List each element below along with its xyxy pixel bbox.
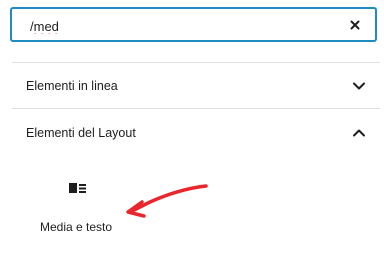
panel-header-layout-elements[interactable]: Elementi del Layout: [12, 109, 380, 157]
search-box: [10, 7, 377, 42]
panel-title: Elementi in linea: [26, 79, 118, 93]
panel-layout-elements: Elementi del Layout: [12, 109, 380, 157]
close-icon: [350, 20, 360, 30]
chevron-up-icon: [353, 129, 365, 137]
panel-header-inline-elements[interactable]: Elementi in linea: [12, 62, 380, 110]
panel-inline-elements: Elementi in linea: [12, 62, 380, 110]
chevron-down-icon: [353, 82, 365, 90]
panel-title: Elementi del Layout: [26, 126, 136, 140]
media-text-icon: [69, 183, 86, 193]
clear-search-button[interactable]: [347, 17, 363, 33]
search-input[interactable]: [30, 16, 310, 36]
block-label: Media e testo: [40, 220, 113, 234]
block-media-text[interactable]: Media e testo: [30, 170, 130, 240]
annotation-arrow: [126, 184, 208, 218]
